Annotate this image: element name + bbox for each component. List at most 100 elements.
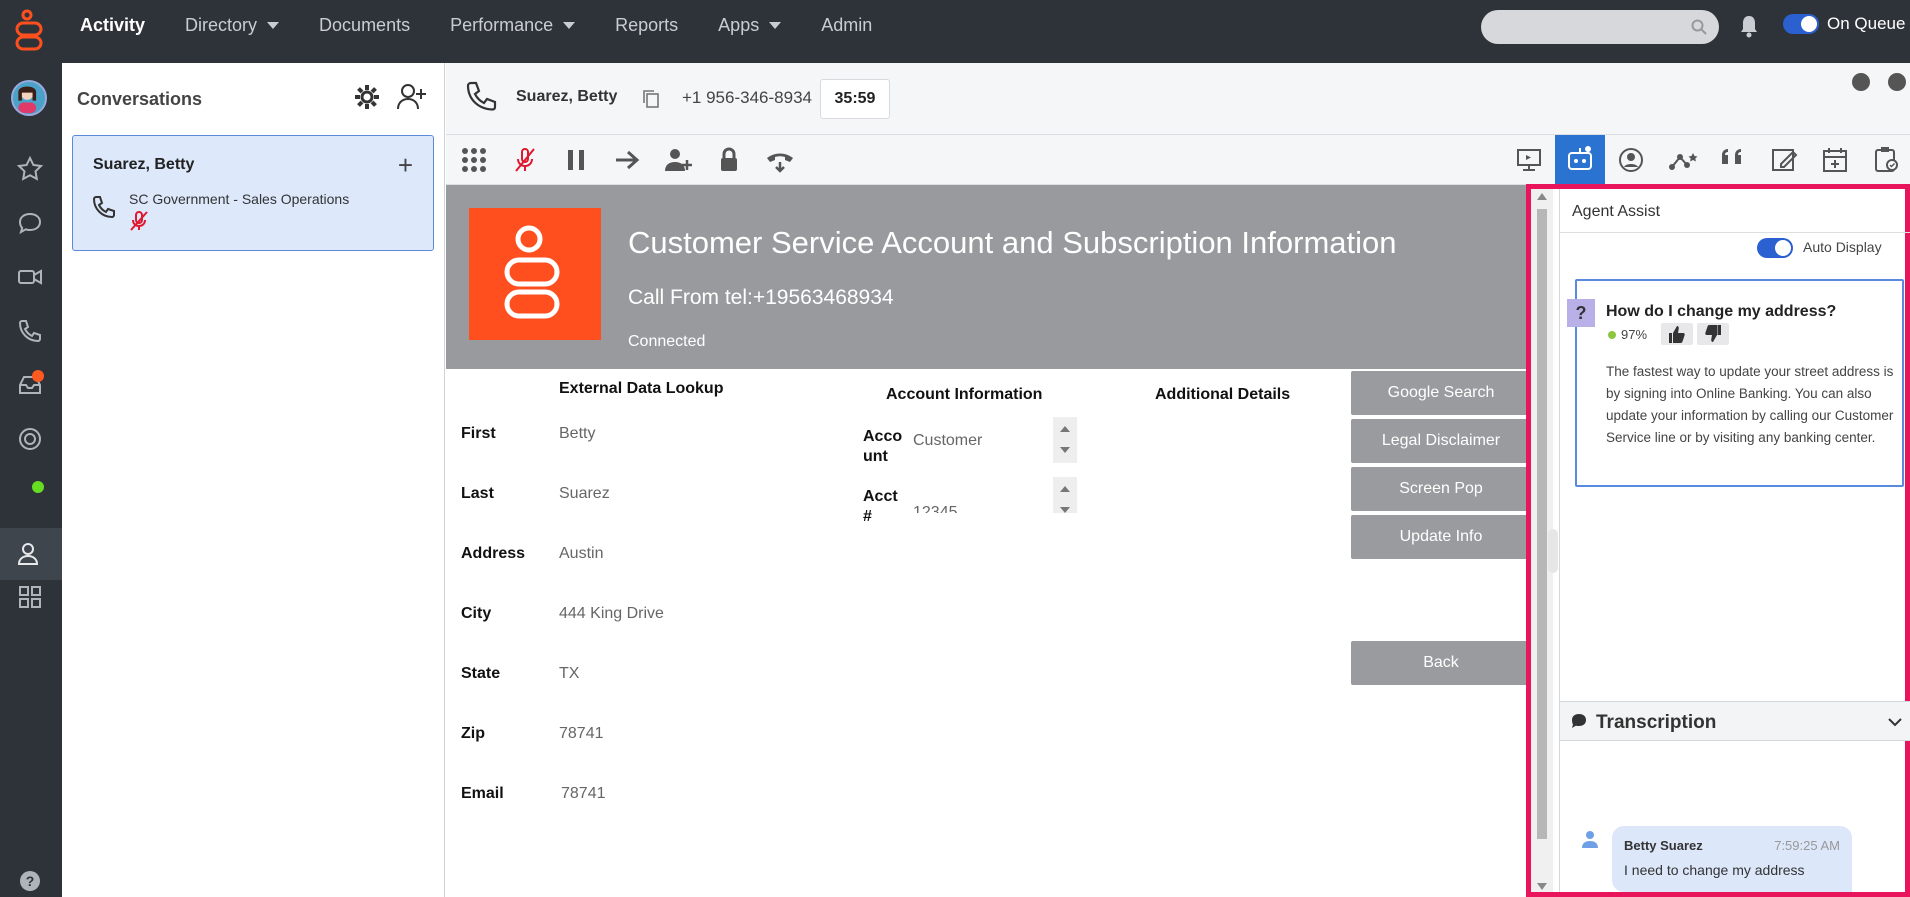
phone-icon (466, 81, 497, 111)
field-value-city[interactable]: 444 King Drive (559, 605, 664, 623)
help-icon[interactable]: ? (19, 870, 41, 892)
thumbs-down-icon (1705, 325, 1721, 342)
conversation-name: Suarez, Betty (93, 156, 195, 173)
agent-assist-button[interactable] (1555, 135, 1605, 185)
message-text: I need to change my address (1624, 862, 1805, 878)
account-number-spinner[interactable]: 12345 (909, 477, 1077, 513)
spinner-arrows-icon[interactable] (1053, 477, 1077, 513)
screen-share-button[interactable] (1504, 135, 1554, 185)
nav-activity[interactable]: Activity (80, 15, 145, 36)
message-sender: Betty Suarez (1624, 838, 1703, 853)
screen-pop-button[interactable]: Screen Pop (1351, 467, 1528, 511)
auto-display-toggle[interactable] (1757, 238, 1793, 258)
hold-icon[interactable] (560, 144, 592, 176)
phone-icon[interactable] (16, 317, 44, 345)
field-value-email[interactable]: 78741 (561, 785, 606, 803)
nav-documents[interactable]: Documents (319, 15, 410, 36)
chat-icon[interactable] (16, 209, 44, 237)
section-external-lookup: External Data Lookup (559, 380, 724, 397)
nav-directory[interactable]: Directory (185, 15, 280, 36)
left-rail: ? (0, 63, 62, 897)
script-title: Customer Service Account and Subscriptio… (628, 225, 1397, 260)
thumbs-down-button[interactable] (1697, 323, 1729, 345)
bell-icon[interactable] (1738, 14, 1760, 38)
nav-apps[interactable]: Apps (718, 14, 782, 36)
field-value-state[interactable]: TX (559, 665, 579, 683)
copy-icon[interactable] (642, 89, 660, 109)
scroll-up-icon[interactable] (1537, 193, 1547, 200)
inbox-badge (32, 370, 44, 382)
add-participant-icon[interactable] (662, 144, 694, 176)
update-info-button[interactable]: Update Info (1351, 515, 1528, 559)
chevron-down-icon[interactable] (1887, 714, 1903, 730)
disconnect-icon[interactable] (764, 144, 796, 176)
on-queue-label: On Queue (1827, 14, 1906, 33)
speech-bubble-icon (1572, 714, 1586, 728)
contact-profile-button[interactable] (1606, 135, 1656, 185)
field-value-address[interactable]: Austin (559, 545, 603, 563)
conversations-panel: Conversations Suarez, Betty + SC Governm… (62, 63, 445, 897)
agent-status-icon[interactable] (16, 540, 44, 568)
message-timestamp: 7:59:25 AM (1774, 838, 1840, 853)
field-value-zip[interactable]: 78741 (559, 725, 604, 743)
caller-name: Suarez, Betty (516, 88, 618, 105)
add-user-icon[interactable] (396, 81, 428, 113)
star-icon[interactable] (16, 155, 44, 183)
account-type-spinner[interactable]: Customer (909, 417, 1077, 463)
nav-label: Apps (718, 14, 760, 35)
schedule-callback-button[interactable] (1810, 135, 1860, 185)
nav-reports[interactable]: Reports (615, 15, 678, 36)
account-type-value: Customer (913, 432, 983, 449)
dialpad-icon[interactable] (458, 144, 490, 176)
conversations-title: Conversations (77, 89, 203, 109)
account-number-label: Acct # (863, 488, 898, 525)
spinner-arrows-icon[interactable] (1053, 417, 1077, 463)
thumbs-up-button[interactable] (1661, 323, 1693, 345)
caller-number: +1 956-346-8934 (682, 88, 812, 107)
legal-disclaimer-button[interactable]: Legal Disclaimer (1351, 419, 1528, 463)
conversation-queue: SC Government - Sales Operations (129, 191, 350, 207)
avatar[interactable] (11, 80, 47, 116)
scripts-button[interactable] (1708, 135, 1758, 185)
conversation-card[interactable]: Suarez, Betty + SC Government - Sales Op… (72, 135, 434, 251)
nav-admin[interactable]: Admin (821, 15, 872, 36)
gear-icon[interactable] (353, 83, 381, 111)
nav-performance[interactable]: Performance (450, 15, 576, 36)
add-participant-icon[interactable]: + (398, 150, 413, 181)
transcription-header[interactable]: Transcription (1560, 701, 1910, 741)
search-icon (1691, 19, 1707, 35)
notes-button[interactable] (1759, 135, 1809, 185)
field-value-first[interactable]: Betty (559, 425, 595, 443)
account-number-value: 12345 (913, 504, 958, 513)
apps-grid-icon[interactable] (16, 583, 44, 611)
scroll-down-icon[interactable] (1537, 883, 1547, 890)
on-queue-toggle[interactable] (1783, 14, 1819, 34)
target-icon[interactable] (16, 425, 44, 453)
agent-assist-content: Agent Assist Auto Display ? How do I cha… (1559, 189, 1910, 892)
chevron-down-icon (267, 21, 280, 29)
search-input[interactable] (1481, 10, 1719, 44)
customer-avatar-icon (1582, 831, 1598, 848)
nav-forward-icon[interactable] (1888, 73, 1906, 91)
divider (1560, 232, 1910, 233)
phone-icon (92, 196, 115, 219)
resize-handle[interactable] (1548, 529, 1558, 573)
google-search-button[interactable]: Google Search (1351, 371, 1528, 415)
back-button[interactable]: Back (1351, 641, 1528, 685)
wrapup-button[interactable] (1861, 135, 1910, 185)
transfer-icon[interactable] (611, 144, 643, 176)
agent-assist-panel: Agent Assist Auto Display ? How do I cha… (1526, 184, 1910, 897)
genesys-logo[interactable] (14, 9, 48, 53)
scroll-thumb[interactable] (1537, 209, 1547, 839)
field-value-last[interactable]: Suarez (559, 485, 610, 503)
nav-back-icon[interactable] (1852, 73, 1870, 91)
nav-label: Documents (319, 14, 411, 35)
mute-icon[interactable] (509, 144, 541, 176)
video-icon[interactable] (16, 263, 44, 291)
faq-card[interactable]: ? How do I change my address? 97% The fa… (1567, 279, 1904, 487)
script-status: Connected (628, 333, 706, 350)
secure-pause-icon[interactable] (713, 144, 745, 176)
journey-button[interactable] (1657, 135, 1707, 185)
section-additional-details: Additional Details (1155, 386, 1291, 403)
top-bar: Activity Directory Documents Performance… (0, 0, 1910, 63)
